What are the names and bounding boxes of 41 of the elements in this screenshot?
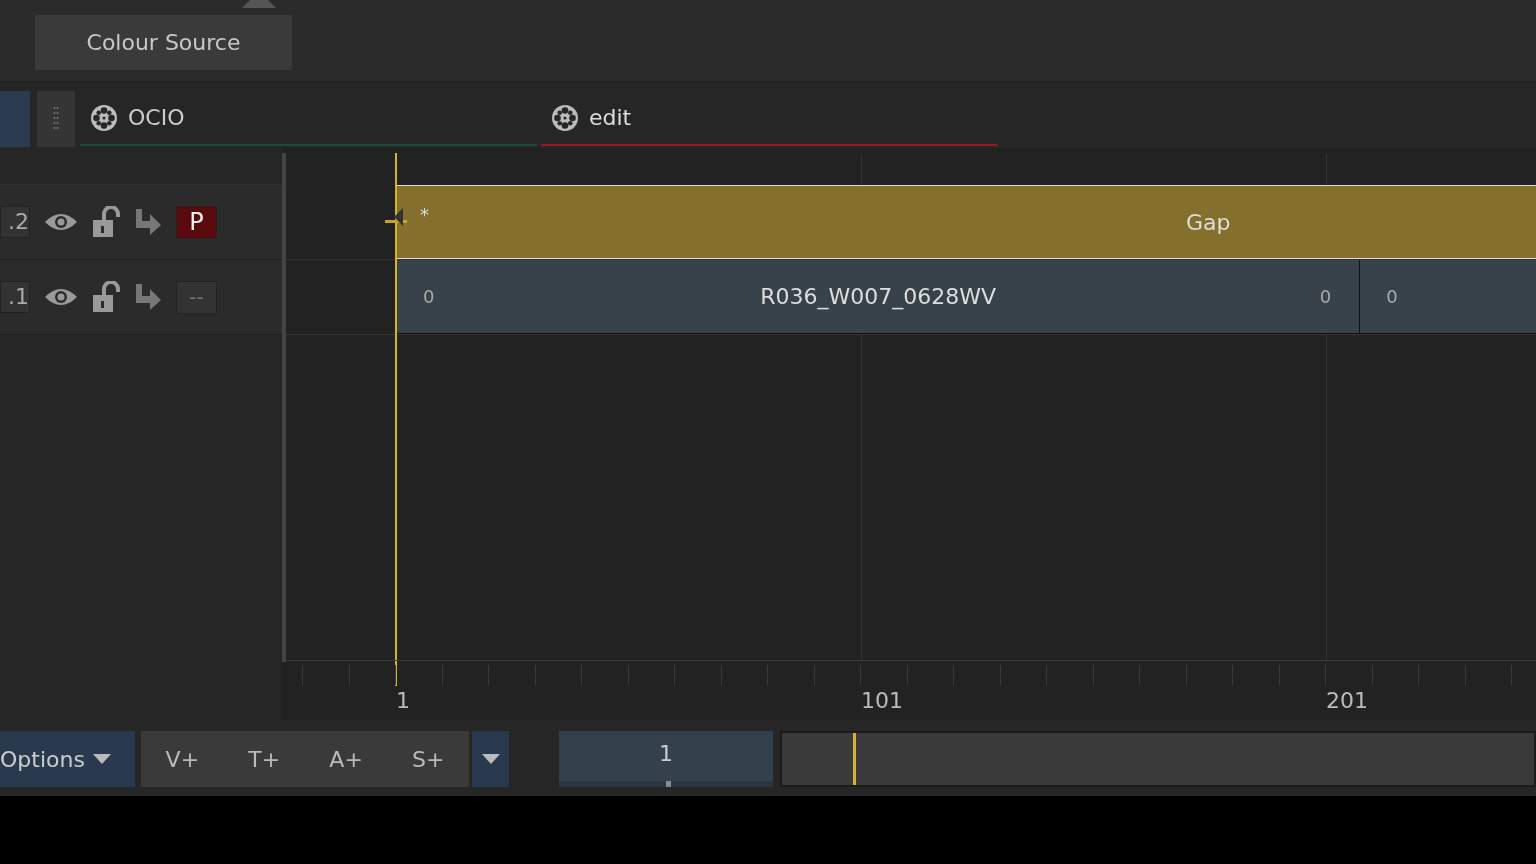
media-clip[interactable]: 0 R036_W007_0628WV 0 [396,260,1360,334]
triangle-icon [242,0,276,8]
playhead-marker[interactable] [852,733,856,785]
options-dropdown[interactable]: Options [0,731,135,787]
film-reel-icon [90,103,118,132]
playhead-line[interactable] [395,153,397,686]
ruler-label: 201 [1326,688,1368,713]
caret-icon [92,754,111,764]
clip-name: Gap [1186,209,1231,235]
add-track-button[interactable]: V+ [161,740,204,778]
eye-icon[interactable] [44,212,78,232]
track-number: .1 [0,281,30,313]
film-reel-icon [551,103,579,132]
add-track-button[interactable]: A+ [325,740,367,778]
gap-clip[interactable]: * Gap [396,185,1536,259]
clip-name: R036_W007_0628WV [760,284,997,309]
bent-arrow-icon[interactable] [134,209,162,235]
add-track-button[interactable]: S+ [408,740,449,778]
ruler-label: 1 [396,688,410,713]
clip-marker: * [420,204,429,225]
dropdown-button[interactable] [472,731,509,787]
in-frame: 0 [1386,286,1398,307]
bent-arrow-icon[interactable] [134,284,162,310]
eye-icon[interactable] [44,287,78,307]
out-frame: 0 [1319,286,1332,307]
tab[interactable]: OCIO [80,91,537,146]
grip-handle[interactable] [37,91,75,147]
target-button[interactable]: P [176,205,217,239]
caret-icon [481,754,500,764]
colour-source-button[interactable]: Colour Source [35,15,292,70]
slider-thumb[interactable] [666,781,671,787]
playhead-handle-icon[interactable] [385,208,409,226]
add-track-button[interactable]: T+ [244,740,285,778]
ruler-label: 101 [861,688,903,713]
media-clip[interactable]: 0 [1359,260,1536,334]
tab[interactable]: edit [541,91,998,146]
frame-field[interactable]: 1 [559,731,773,787]
in-frame: 0 [423,286,435,307]
track-number: .2 [0,206,30,238]
padlock-icon[interactable] [92,281,120,313]
padlock-icon[interactable] [92,206,120,238]
